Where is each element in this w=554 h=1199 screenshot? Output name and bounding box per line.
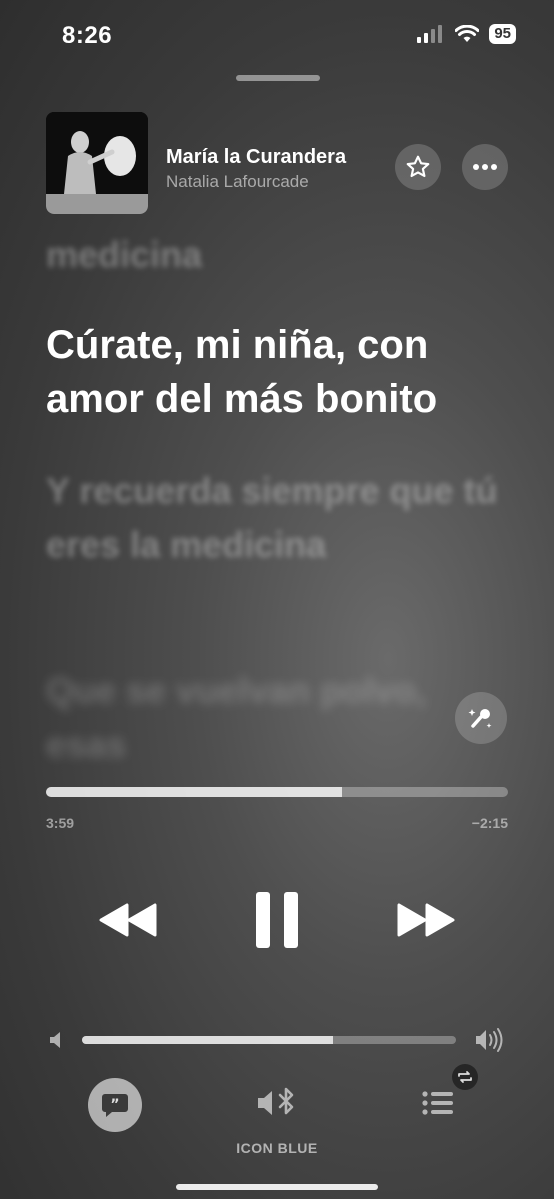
volume-slider-fill (82, 1036, 333, 1044)
rewind-button[interactable] (92, 890, 162, 950)
microphone-sparkle-icon (468, 709, 492, 728)
sing-mode-button[interactable] (455, 692, 507, 744)
svg-text:”: ” (110, 1097, 119, 1113)
cellular-signal-icon (417, 25, 443, 43)
more-options-button[interactable] (462, 144, 508, 190)
volume-low-icon (50, 1032, 60, 1048)
lyrics-toggle-button[interactable]: ” (88, 1078, 142, 1132)
elapsed-time: 3:59 (46, 815, 75, 831)
queue-list-icon[interactable] (420, 1088, 456, 1118)
sheet-grabber[interactable] (236, 75, 320, 81)
battery-indicator: 95 (489, 24, 516, 44)
pause-icon (256, 892, 298, 948)
volume-slider[interactable] (82, 1036, 456, 1044)
fast-forward-button[interactable] (392, 890, 462, 950)
fast-forward-icon (397, 903, 455, 937)
pause-button[interactable] (242, 884, 312, 956)
star-icon (406, 155, 430, 178)
status-icons: 95 (417, 24, 516, 44)
song-title[interactable]: María la Curandera (166, 146, 346, 169)
album-artwork[interactable] (46, 112, 148, 214)
rewind-icon (99, 903, 157, 937)
lyric-line-current[interactable]: Cúrate, mi niña, con amor del más bonito (46, 318, 516, 426)
lyric-line-previous[interactable]: medicina (46, 228, 202, 282)
wifi-icon (455, 25, 480, 42)
lyric-line-next[interactable]: Y recuerda siempre que tú eres la medici… (46, 464, 506, 572)
playback-scrubber[interactable] (46, 787, 508, 797)
playback-progress-fill (46, 787, 342, 797)
lyric-line-upcoming[interactable]: Que se vuelvan polvo, esas (46, 664, 446, 772)
ellipsis-icon (473, 164, 497, 170)
repeat-icon (458, 1071, 472, 1083)
favorite-button[interactable] (395, 144, 441, 190)
output-device-label[interactable]: ICON BLUE (0, 1140, 554, 1156)
home-indicator[interactable] (176, 1184, 378, 1190)
status-time: 8:26 (62, 22, 113, 49)
artist-name[interactable]: Natalia Lafourcade (166, 172, 309, 192)
repeat-badge (452, 1064, 478, 1090)
quote-bubble-icon: ” (102, 1094, 128, 1117)
volume-high-icon (476, 1028, 503, 1052)
bluetooth-speaker-icon[interactable] (256, 1086, 300, 1120)
remaining-time: −2:15 (471, 815, 508, 831)
